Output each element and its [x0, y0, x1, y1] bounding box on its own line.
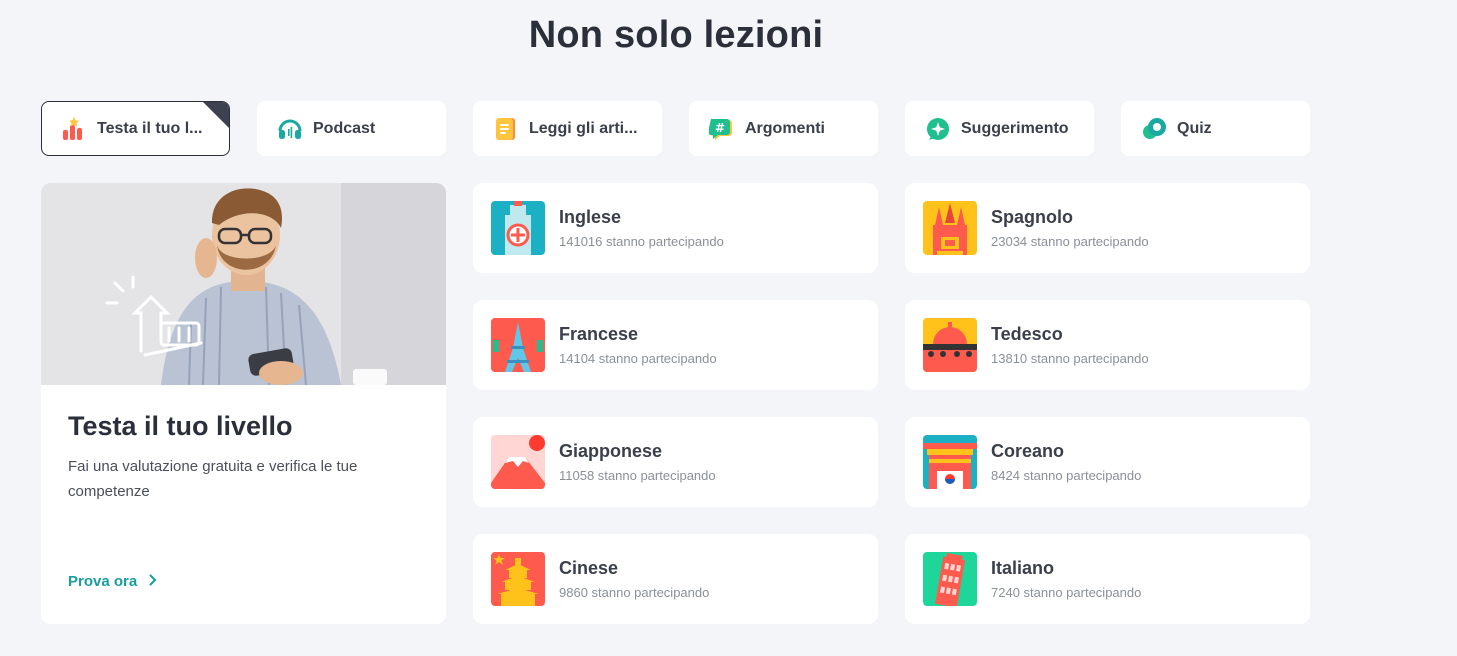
korean-gate-icon: [923, 435, 977, 489]
language-info: Francese 14104 stanno partecipando: [559, 324, 717, 366]
language-card-chinese[interactable]: Cinese 9860 stanno partecipando: [473, 534, 878, 624]
language-name: Giapponese: [559, 441, 663, 461]
participants-count: 11058 stanno partecipando: [559, 468, 716, 483]
tab-suggestions[interactable]: Suggerimento: [905, 101, 1094, 156]
promo-title: Testa il tuo livello: [68, 411, 293, 441]
active-corner-mark: [203, 102, 229, 128]
language-info: Inglese 141016 stanno partecipando: [559, 207, 724, 249]
level-chart-icon: [61, 116, 87, 142]
language-info: Spagnolo 23034 stanno partecipando: [991, 207, 1149, 249]
german-dome-icon: [923, 318, 977, 372]
tab-label: Suggerimento: [961, 119, 1069, 137]
eiffel-tower-icon: [491, 318, 545, 372]
tab-label: Argomenti: [745, 119, 825, 137]
sparkle-icon: [925, 116, 951, 142]
promo-photo: [41, 183, 446, 386]
language-name: Francese: [559, 324, 639, 344]
participants-count: 13810 stanno partecipando: [991, 351, 1149, 366]
tab-articles[interactable]: Leggi gli arti...: [473, 101, 662, 156]
participants-count: 9860 stanno partecipando: [559, 585, 710, 600]
language-name: Spagnolo: [991, 207, 1073, 227]
language-card-korean[interactable]: Coreano 8424 stanno partecipando: [905, 417, 1310, 507]
language-info: Coreano 8424 stanno partecipando: [991, 441, 1141, 483]
participants-count: 7240 stanno partecipando: [991, 585, 1142, 600]
language-name: Coreano: [991, 441, 1065, 461]
tab-quiz[interactable]: Quiz: [1121, 101, 1310, 156]
language-info: Cinese 9860 stanno partecipando: [559, 558, 709, 600]
language-card-spanish[interactable]: Spagnolo 23034 stanno partecipando: [905, 183, 1310, 273]
promo-description: Fai una valutazione gratuita e verifica …: [68, 458, 358, 500]
tab-podcast[interactable]: Podcast: [257, 101, 446, 156]
svg-text:#: #: [715, 121, 725, 135]
try-now-link[interactable]: Prova ora: [68, 573, 157, 590]
article-icon: [493, 116, 519, 142]
section-title: Non solo lezioni: [528, 14, 824, 56]
chinese-pagoda-icon: [491, 552, 545, 606]
chevron-right-icon: [149, 573, 157, 590]
pisa-tower-icon: [923, 552, 977, 606]
language-card-french[interactable]: Francese 14104 stanno partecipando: [473, 300, 878, 390]
participants-count: 141016 stanno partecipando: [559, 234, 724, 249]
language-info: Giapponese 11058 stanno partecipando: [559, 441, 716, 483]
language-info: Tedesco 13810 stanno partecipando: [991, 324, 1149, 366]
participants-count: 23034 stanno partecipando: [991, 234, 1149, 249]
language-card-japanese[interactable]: Giapponese 11058 stanno partecipando: [473, 417, 878, 507]
language-card-german[interactable]: Tedesco 13810 stanno partecipando: [905, 300, 1310, 390]
language-grid: Inglese 141016 stanno partecipando Spagn…: [473, 183, 1310, 624]
language-card-english[interactable]: Inglese 141016 stanno partecipando: [473, 183, 878, 273]
tab-level-test[interactable]: Testa il tuo l...: [41, 101, 230, 156]
tab-label: Quiz: [1177, 119, 1212, 137]
headphones-icon: [277, 116, 303, 142]
quiz-icon: [1141, 116, 1167, 142]
tab-topics[interactable]: # Argomenti: [689, 101, 878, 156]
participants-count: 8424 stanno partecipando: [991, 468, 1142, 483]
language-info: Italiano 7240 stanno partecipando: [991, 558, 1141, 600]
tab-label: Leggi gli arti...: [529, 119, 638, 137]
big-ben-icon: [491, 201, 545, 255]
language-name: Inglese: [559, 207, 622, 227]
tab-label: Testa il tuo l...: [97, 119, 203, 137]
mount-fuji-icon: [491, 435, 545, 489]
spain-cathedral-icon: [923, 201, 977, 255]
participants-count: 14104 stanno partecipando: [559, 351, 717, 366]
tab-label: Podcast: [313, 119, 376, 137]
feature-tabs: Testa il tuo l... Podcast Leggi gli arti…: [41, 101, 1310, 156]
level-test-card[interactable]: Testa il tuo livello Fai una valutazione…: [41, 183, 446, 624]
language-name: Italiano: [991, 558, 1055, 578]
hashtag-icon: #: [709, 116, 735, 142]
language-card-italian[interactable]: Italiano 7240 stanno partecipando: [905, 534, 1310, 624]
language-name: Cinese: [559, 558, 619, 578]
language-name: Tedesco: [991, 324, 1063, 344]
try-now-label: Prova ora: [68, 573, 138, 590]
